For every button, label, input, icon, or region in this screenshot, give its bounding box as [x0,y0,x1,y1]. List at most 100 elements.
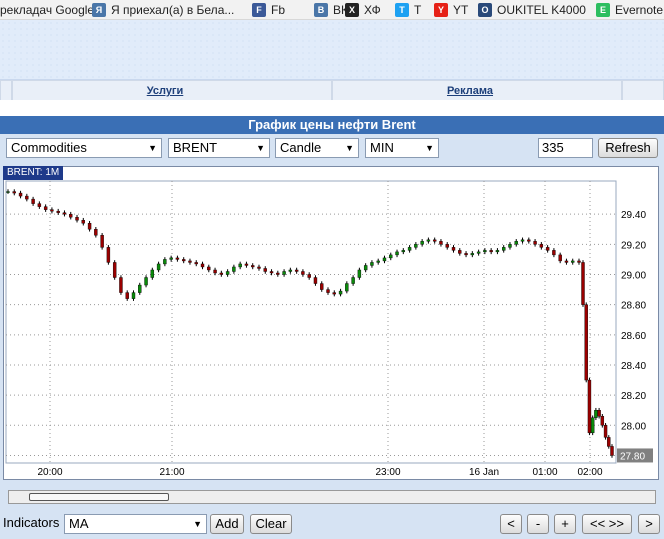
market-select[interactable]: Commodities ▼ [6,138,162,158]
facebook-icon: F [252,3,266,17]
candle [144,277,148,286]
scrollbar-thumb[interactable] [29,493,169,501]
bookmark-item[interactable]: реклaдач Google [0,0,94,19]
candle [539,244,544,248]
candle [119,277,123,293]
candle [401,250,406,253]
candle [269,271,274,274]
oukitel-icon: O [478,3,492,17]
plot-area [5,180,617,464]
candle [594,410,598,418]
bookmark-item[interactable]: E Evernote [596,0,664,19]
candle [125,292,129,299]
scroll-left-button[interactable]: < [500,514,522,534]
nav-link-services[interactable]: Услуги [120,83,210,99]
candle [31,198,35,204]
y-tick-label: 28.20 [621,391,646,402]
candle [590,417,595,434]
x-tick-label: 21:00 [159,467,184,478]
candle [282,271,286,275]
candle [251,265,255,268]
candle [489,250,493,253]
candle [238,263,242,268]
y-tick-label: 28.60 [621,331,646,342]
price-chart[interactable]: 29.40 29.20 29.00 28.80 28.60 28.40 28.20 28.00… [3,166,659,480]
candle [351,277,355,284]
candle [552,250,556,256]
candle [37,203,42,207]
refresh-button[interactable]: Refresh [598,138,658,158]
candle [432,239,437,242]
x-tick-label: 16 Jan [469,467,499,478]
period-select-value: MIN [370,140,394,155]
evernote-icon: E [596,3,610,17]
candle [558,254,562,262]
nav-link-ads[interactable]: Реклама [420,83,520,99]
bookmark-item[interactable]: Х ХФ [345,0,381,19]
period-select[interactable]: MIN ▼ [365,138,439,158]
y-tick-label: 29.40 [621,210,646,221]
candle [407,247,412,251]
candle [219,272,224,275]
chart-scrollbar[interactable] [8,490,656,504]
bookmark-item[interactable]: TT [395,0,421,19]
candle [420,241,424,245]
candle [207,266,211,271]
bookmark-label: OUKITEL K4000 [497,3,586,17]
candle [426,239,431,242]
bookmark-item[interactable]: F Fb [252,0,285,19]
zoom-in-button[interactable]: + [554,514,576,534]
candle [56,210,60,213]
indicators-label: Indicators [3,515,60,530]
candle [533,241,537,245]
candle [483,250,487,253]
add-indicator-button[interactable]: Add [210,514,244,534]
vk-icon: В [314,3,328,17]
candle [610,446,614,456]
candle [458,250,462,254]
candle [464,253,468,256]
candle [106,247,111,263]
scroll-right-button[interactable]: > [638,514,660,534]
zoom-out-button[interactable]: - [527,514,549,534]
candle [571,260,575,263]
candle [527,239,531,242]
chart-type-select[interactable]: Candle ▼ [275,138,359,158]
twitter-icon: T [395,3,409,17]
candle [156,263,161,271]
candle [175,257,180,260]
candle [87,223,92,230]
candle [545,247,550,251]
site-header-band [0,20,664,80]
nav-cell [0,81,12,100]
candle [257,266,261,269]
indicator-select-value: MA [69,516,89,531]
x-tick-label: 20:00 [37,467,62,478]
candle [370,262,374,266]
bars-count-input[interactable]: 335 [538,138,593,158]
fit-all-button[interactable]: << >> [582,514,632,534]
nav-cell [622,81,664,100]
bookmark-item[interactable]: В ВК [314,0,348,19]
candle [232,266,236,272]
candle [476,251,481,254]
clear-indicators-button[interactable]: Clear [250,514,292,534]
candle [313,277,318,284]
candle [502,247,506,251]
symbol-select[interactable]: BRENT ▼ [168,138,270,158]
indicator-select[interactable]: MA ▼ [64,514,207,534]
candle [382,257,387,262]
youtube-icon: Y [434,3,448,17]
y-tick-label: 28.00 [621,421,646,432]
bookmark-item[interactable]: Я Я приехал(а) в Бела... [92,0,234,19]
bookmark-label: Evernote [615,3,664,17]
candle [169,257,173,260]
bookmark-item[interactable]: Y YT [434,0,468,19]
candle [520,239,525,242]
candle [6,191,10,193]
candle [100,235,104,248]
candle [138,284,142,293]
bookmark-label: ХФ [364,3,381,17]
candle [345,283,349,292]
bookmark-item[interactable]: O OUKITEL K4000 [478,0,586,19]
